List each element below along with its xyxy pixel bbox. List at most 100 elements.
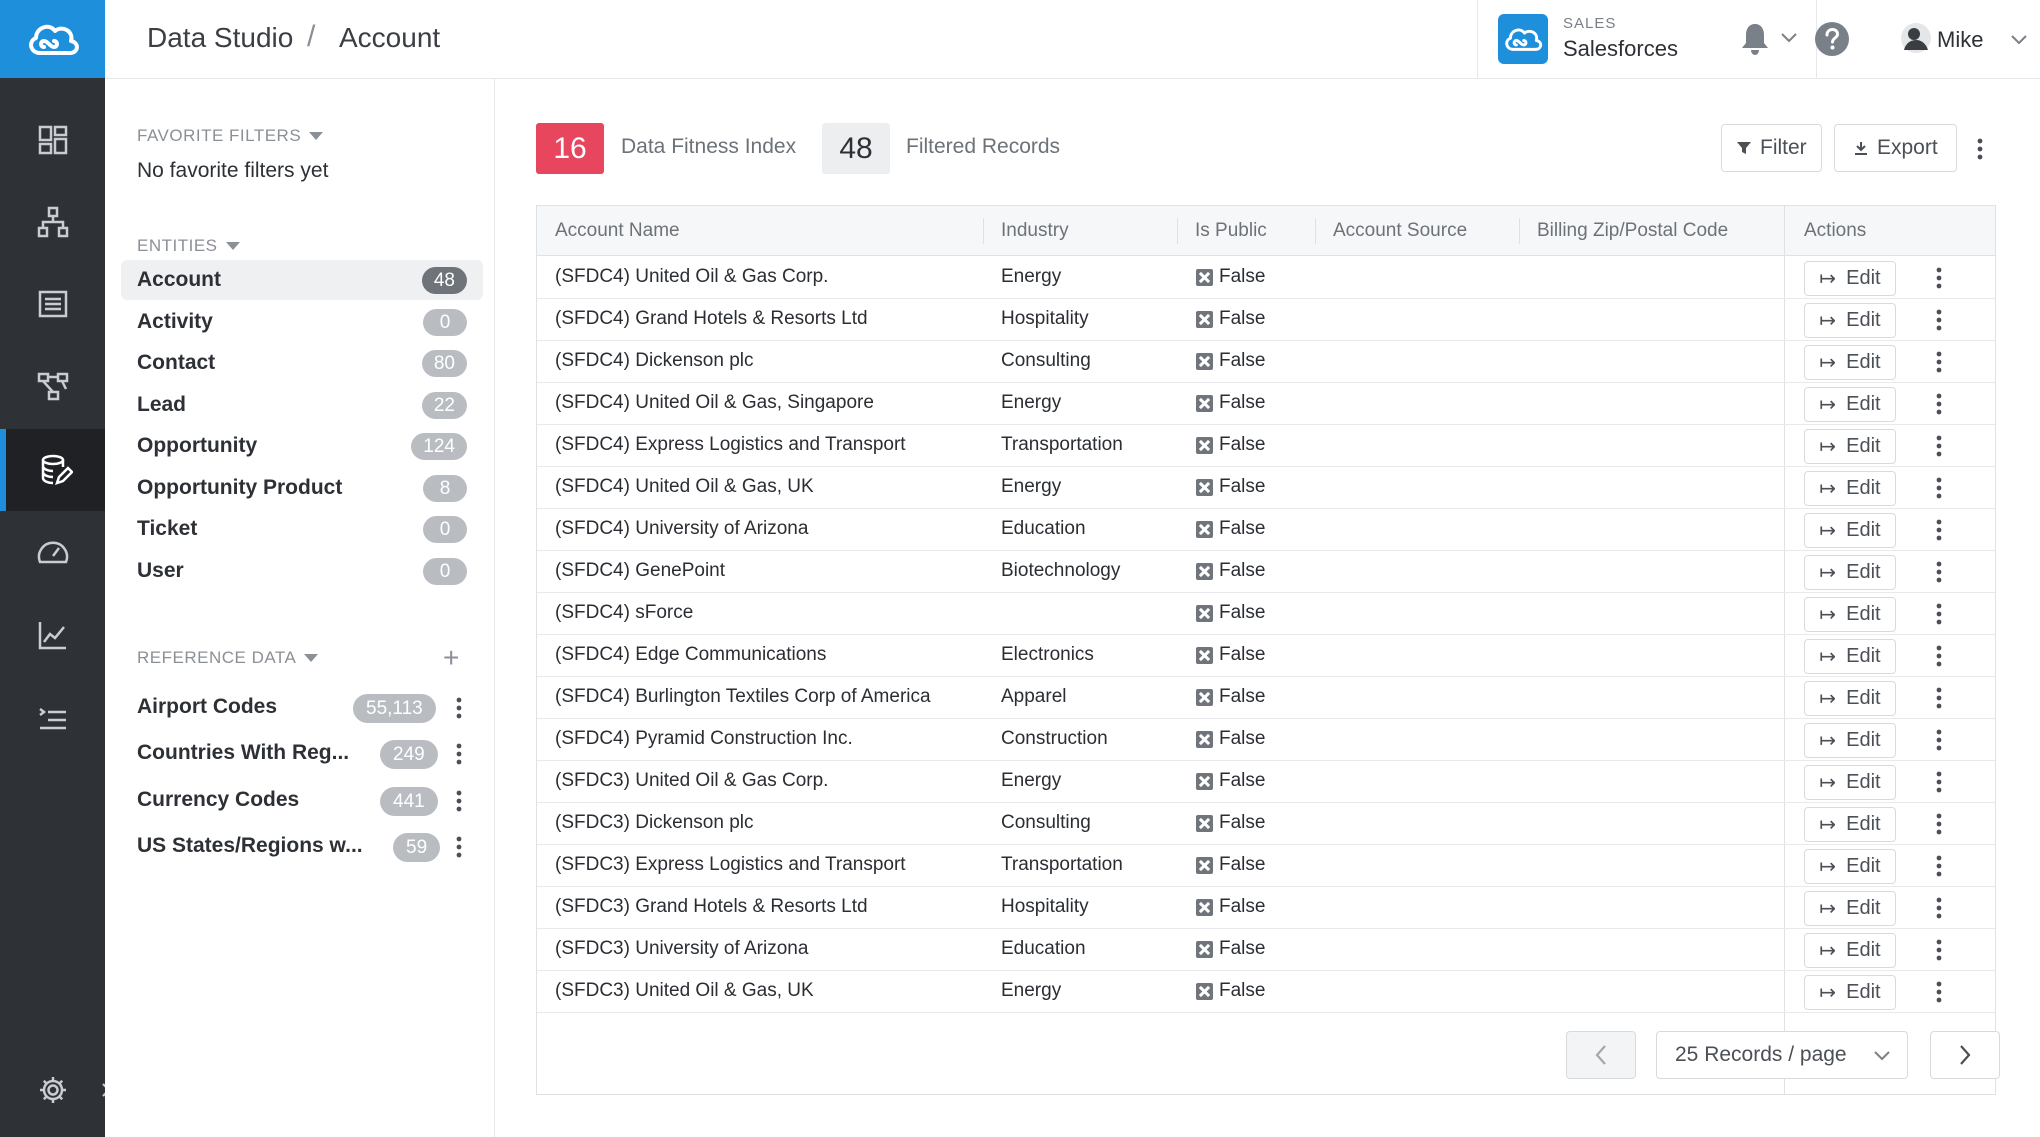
table-row[interactable]: (SFDC4) United Oil & Gas Corp. Energy Fa… — [537, 257, 1995, 299]
edit-button[interactable]: ↦ Edit — [1804, 807, 1896, 842]
row-menu-icon[interactable] — [1929, 431, 1949, 461]
help-icon[interactable] — [1813, 20, 1851, 58]
table-row[interactable]: (SFDC4) Express Logistics and Transport … — [537, 425, 1995, 467]
kebab-menu-icon[interactable] — [449, 832, 469, 862]
edit-button[interactable]: ↦ Edit — [1804, 639, 1896, 674]
column-divider[interactable] — [1177, 218, 1178, 244]
reference-item-airport-codes[interactable]: Airport Codes 55,113 — [137, 687, 477, 727]
gauge-icon[interactable] — [0, 512, 105, 594]
row-menu-icon[interactable] — [1929, 893, 1949, 923]
table-row[interactable]: (SFDC3) United Oil & Gas, UK Energy Fals… — [537, 971, 1995, 1013]
list-icon[interactable] — [0, 263, 105, 345]
avatar[interactable] — [1900, 22, 1932, 54]
hierarchy-icon[interactable] — [0, 181, 105, 263]
column-divider[interactable] — [983, 218, 984, 244]
data-studio-icon[interactable] — [0, 429, 105, 511]
reference-data-header[interactable]: REFERENCE DATA — [137, 648, 319, 668]
chart-icon[interactable] — [0, 594, 105, 676]
reference-item-countries[interactable]: Countries With Reg... 249 — [137, 733, 477, 773]
row-menu-icon[interactable] — [1929, 641, 1949, 671]
row-menu-icon[interactable] — [1929, 809, 1949, 839]
reference-item-currency-codes[interactable]: Currency Codes 441 — [137, 780, 477, 820]
column-divider[interactable] — [1315, 218, 1316, 244]
favorite-filters-header[interactable]: FAVORITE FILTERS — [137, 126, 324, 146]
gear-icon[interactable] — [0, 1057, 105, 1123]
row-menu-icon[interactable] — [1929, 935, 1949, 965]
column-header-billing-zip[interactable]: Billing Zip/Postal Code — [1537, 220, 1728, 242]
kebab-menu-icon[interactable] — [449, 786, 469, 816]
column-header-is-public[interactable]: Is Public — [1195, 220, 1267, 242]
sidebar-item-user[interactable]: User 0 — [121, 551, 483, 591]
edit-button[interactable]: ↦ Edit — [1804, 429, 1896, 464]
row-menu-icon[interactable] — [1929, 515, 1949, 545]
table-row[interactable]: (SFDC4) Burlington Textiles Corp of Amer… — [537, 677, 1995, 719]
table-row[interactable]: (SFDC3) Dickenson plc Consulting False ↦… — [537, 803, 1995, 845]
edit-button[interactable]: ↦ Edit — [1804, 345, 1896, 380]
table-row[interactable]: (SFDC3) United Oil & Gas Corp. Energy Fa… — [537, 761, 1995, 803]
edit-button[interactable]: ↦ Edit — [1804, 891, 1896, 926]
row-menu-icon[interactable] — [1929, 767, 1949, 797]
sidebar-item-account[interactable]: Account 48 — [121, 260, 483, 300]
edit-button[interactable]: ↦ Edit — [1804, 975, 1896, 1010]
table-row[interactable]: (SFDC4) Edge Communications Electronics … — [537, 635, 1995, 677]
edit-button[interactable]: ↦ Edit — [1804, 765, 1896, 800]
edit-button[interactable]: ↦ Edit — [1804, 387, 1896, 422]
sidebar-item-lead[interactable]: Lead 22 — [121, 385, 483, 425]
edit-button[interactable]: ↦ Edit — [1804, 723, 1896, 758]
sidebar-item-contact[interactable]: Contact 80 — [121, 343, 483, 383]
edit-button[interactable]: ↦ Edit — [1804, 303, 1896, 338]
filter-button[interactable]: Filter — [1721, 124, 1822, 172]
edit-button[interactable]: ↦ Edit — [1804, 933, 1896, 968]
column-header-account-name[interactable]: Account Name — [555, 220, 680, 242]
table-row[interactable]: (SFDC4) Dickenson plc Consulting False ↦… — [537, 341, 1995, 383]
edit-button[interactable]: ↦ Edit — [1804, 849, 1896, 884]
edit-button[interactable]: ↦ Edit — [1804, 597, 1896, 632]
cloud-logo-icon[interactable] — [0, 0, 105, 78]
dashboard-icon[interactable] — [0, 99, 105, 181]
entities-header[interactable]: ENTITIES — [137, 236, 240, 256]
row-menu-icon[interactable] — [1929, 851, 1949, 881]
row-menu-icon[interactable] — [1929, 683, 1949, 713]
sidebar-item-opportunity-product[interactable]: Opportunity Product 8 — [121, 468, 483, 508]
table-row[interactable]: (SFDC4) United Oil & Gas, Singapore Ener… — [537, 383, 1995, 425]
tasks-icon[interactable] — [0, 677, 105, 759]
table-row[interactable]: (SFDC3) Express Logistics and Transport … — [537, 845, 1995, 887]
chevron-down-icon[interactable] — [2010, 32, 2028, 46]
table-row[interactable]: (SFDC4) United Oil & Gas, UK Energy Fals… — [537, 467, 1995, 509]
edit-button[interactable]: ↦ Edit — [1804, 513, 1896, 548]
sidebar-item-activity[interactable]: Activity 0 — [121, 302, 483, 342]
table-row[interactable]: (SFDC4) University of Arizona Education … — [537, 509, 1995, 551]
column-divider[interactable] — [1519, 218, 1520, 244]
table-row[interactable]: (SFDC4) sForce False ↦ Edit — [537, 593, 1995, 635]
breadcrumb-root[interactable]: Data Studio — [147, 22, 293, 54]
row-menu-icon[interactable] — [1929, 557, 1949, 587]
add-reference-button[interactable]: + — [443, 644, 459, 672]
row-menu-icon[interactable] — [1929, 305, 1949, 335]
table-row[interactable]: (SFDC4) Grand Hotels & Resorts Ltd Hospi… — [537, 299, 1995, 341]
edit-button[interactable]: ↦ Edit — [1804, 555, 1896, 590]
next-page-button[interactable] — [1930, 1031, 2000, 1079]
table-row[interactable]: (SFDC4) Pyramid Construction Inc. Constr… — [537, 719, 1995, 761]
bell-icon[interactable] — [1736, 20, 1774, 58]
user-name[interactable]: Mike — [1937, 27, 1983, 53]
table-row[interactable]: (SFDC4) GenePoint Biotechnology False ↦ E… — [537, 551, 1995, 593]
column-header-industry[interactable]: Industry — [1001, 220, 1069, 242]
row-menu-icon[interactable] — [1929, 599, 1949, 629]
previous-page-button[interactable] — [1566, 1031, 1636, 1079]
row-menu-icon[interactable] — [1929, 977, 1949, 1007]
row-menu-icon[interactable] — [1929, 389, 1949, 419]
column-header-account-source[interactable]: Account Source — [1333, 220, 1467, 242]
flow-icon[interactable] — [0, 345, 105, 427]
export-button[interactable]: Export — [1834, 124, 1957, 172]
edit-button[interactable]: ↦ Edit — [1804, 261, 1896, 296]
table-row[interactable]: (SFDC3) University of Arizona Education … — [537, 929, 1995, 971]
edit-button[interactable]: ↦ Edit — [1804, 471, 1896, 506]
row-menu-icon[interactable] — [1929, 263, 1949, 293]
table-row[interactable]: (SFDC3) Grand Hotels & Resorts Ltd Hospi… — [537, 887, 1995, 929]
kebab-menu-icon[interactable] — [449, 693, 469, 723]
page-size-select[interactable]: 25 Records / page — [1656, 1031, 1908, 1079]
row-menu-icon[interactable] — [1929, 347, 1949, 377]
kebab-menu-icon[interactable] — [449, 739, 469, 769]
row-menu-icon[interactable] — [1929, 725, 1949, 755]
reference-item-us-states[interactable]: US States/Regions w... 59 — [137, 826, 477, 866]
